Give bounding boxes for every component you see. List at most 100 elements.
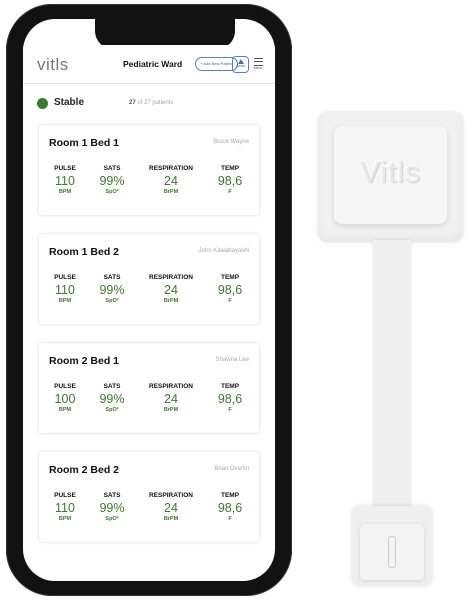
vital-value: 110 [55,283,75,297]
vital-value: 24 [164,283,178,297]
vital-respiration: RESPIRATION 24 BrPM [137,165,205,196]
room-bed-label: Room 2 Bed 1 [49,355,120,367]
vital-label: RESPIRATION [149,383,193,390]
hamburger-icon [253,58,263,66]
vital-unit: BPM [58,298,72,304]
patient-card-list: Room 1 Bed 1 Bruce Wayne PULSE 110 BPM S… [39,125,259,561]
patient-name: Shawna Lee [215,357,249,363]
vital-value: 98,6 [217,392,243,406]
vital-label: SATS [103,492,121,499]
vital-value: 98,6 [217,174,243,188]
vitals-row: PULSE 110 BPM SATS 99% SpO² RESPIRATION … [43,492,255,523]
patient-card[interactable]: Room 2 Bed 2 Brian Overlin PULSE 110 BPM… [39,452,259,542]
phone-screen: vitls Pediatric Ward + Add New Patient A… [23,19,275,581]
status-row: Stable 27 of 27 patients [37,97,267,111]
device-face: Vitls [334,126,447,224]
vital-pulse: PULSE 100 BPM [43,383,87,414]
vital-unit: F [228,407,232,413]
vital-label: PULSE [54,165,76,172]
room-bed-label: Room 1 Bed 2 [49,246,120,258]
vital-label: RESPIRATION [149,165,193,172]
vital-label: PULSE [54,383,76,390]
patient-count-rest: of 27 patients [137,100,174,106]
vital-sats: SATS 99% SpO² [87,274,137,305]
vital-label: SATS [103,165,121,172]
vital-sats: SATS 99% SpO² [87,383,137,414]
vital-value: 100 [54,392,76,406]
ward-title: Pediatric Ward [123,59,183,69]
vitals-row: PULSE 100 BPM SATS 99% SpO² RESPIRATION … [43,383,255,414]
vital-unit: BrPM [163,298,179,304]
device-foot-face [360,524,424,580]
vital-unit: SpO² [105,516,119,522]
patient-name: Brian Overlin [214,466,249,472]
vital-pulse: PULSE 110 BPM [43,274,87,305]
vital-unit: SpO² [105,298,119,304]
vital-sats: SATS 99% SpO² [87,492,137,523]
vital-pulse: PULSE 110 BPM [43,492,87,523]
room-bed-label: Room 2 Bed 2 [49,464,120,476]
patient-card[interactable]: Room 2 Bed 1 Shawna Lee PULSE 100 BPM SA… [39,343,259,433]
vitals-row: PULSE 110 BPM SATS 99% SpO² RESPIRATION … [43,274,255,305]
phone-frame: vitls Pediatric Ward + Add New Patient A… [6,4,292,596]
device-head: Vitls [318,112,463,242]
vital-respiration: RESPIRATION 24 BrPM [137,383,205,414]
vital-unit: F [228,298,232,304]
alerts-button[interactable]: Alerts [232,56,249,73]
vital-label: TEMP [220,383,240,390]
vital-label: RESPIRATION [149,274,193,281]
patient-name: Bruce Wayne [213,139,249,145]
app-header: vitls Pediatric Ward + Add New Patient A… [23,45,275,84]
patient-card[interactable]: Room 1 Bed 1 Bruce Wayne PULSE 110 BPM S… [39,125,259,215]
vital-temp: TEMP 98,6 F [205,274,255,305]
vital-value: 24 [164,501,178,515]
vitals-row: PULSE 110 BPM SATS 99% SpO² RESPIRATION … [43,165,255,196]
vital-pulse: PULSE 110 BPM [43,165,87,196]
vital-label: TEMP [220,492,240,499]
vital-value: 24 [164,174,178,188]
vital-unit: BrPM [163,407,179,413]
vital-value: 98,6 [217,283,243,297]
vital-value: 110 [55,174,75,188]
vital-value: 99% [99,501,125,515]
vital-label: SATS [103,274,121,281]
vital-unit: BPM [58,189,72,195]
vital-temp: TEMP 98,6 F [205,383,255,414]
device-foot [352,506,432,586]
vital-unit: F [228,516,232,522]
alerts-label: Alerts [236,64,245,68]
patient-count-current: 27 [129,100,136,106]
vital-unit: F [228,189,232,195]
vital-label: TEMP [220,274,240,281]
vital-label: TEMP [220,165,240,172]
vital-unit: SpO² [105,189,119,195]
vital-respiration: RESPIRATION 24 BrPM [137,492,205,523]
vital-unit: BrPM [163,189,179,195]
menu-label: Menu [253,66,263,70]
vital-unit: SpO² [105,407,119,413]
vital-temp: TEMP 98,6 F [205,165,255,196]
vital-value: 99% [99,174,125,188]
vitls-sensor-device: Vitls [318,112,463,588]
vital-unit: BPM [58,407,72,413]
patient-card[interactable]: Room 1 Bed 2 John Kawabayashi PULSE 110 … [39,234,259,324]
vital-value: 98,6 [217,501,243,515]
status-dot-icon [37,98,48,109]
status-label[interactable]: Stable [54,97,84,108]
device-strap [373,240,411,512]
vital-value: 110 [55,501,75,515]
vital-label: SATS [103,383,121,390]
app-logo[interactable]: vitls [37,55,69,75]
vital-value: 99% [99,392,125,406]
slot-icon [388,536,396,568]
device-logo: Vitls [359,156,422,189]
vital-unit: BrPM [163,516,179,522]
room-bed-label: Room 1 Bed 1 [49,137,120,149]
patient-count: 27 of 27 patients [129,100,173,106]
vital-value: 99% [99,283,125,297]
menu-button[interactable]: Menu [251,57,265,71]
vital-label: PULSE [54,492,76,499]
vital-value: 24 [164,392,178,406]
vital-temp: TEMP 98,6 F [205,492,255,523]
vital-label: RESPIRATION [149,492,193,499]
